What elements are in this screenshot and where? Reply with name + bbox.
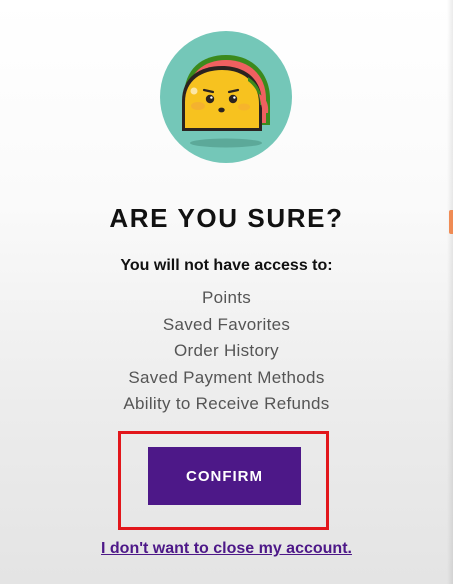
benefit-item-points: Points: [201, 288, 252, 307]
taco-icon: [182, 55, 270, 148]
benefit-item-refunds: Ability to Receive Refunds: [123, 394, 330, 413]
benefit-item-saved-favorites: Saved Favorites: [162, 314, 291, 334]
keep-account-link[interactable]: I don't want to close my account.: [0, 540, 453, 558]
dialog-title: ARE YOU SURE?: [109, 203, 344, 233]
confirm-button[interactable]: CONFIRM: [148, 447, 301, 505]
taco-illustration: [160, 31, 292, 163]
benefits-list: Points Saved Favorites Order History Sav…: [0, 285, 453, 418]
benefit-item-saved-payment-methods: Saved Payment Methods: [128, 367, 325, 387]
dialog-subtitle: You will not have access to:: [120, 257, 333, 274]
dialog-panel: ARE YOU SURE? You will not have access t…: [0, 0, 453, 584]
benefit-item-order-history: Order History: [174, 341, 279, 360]
